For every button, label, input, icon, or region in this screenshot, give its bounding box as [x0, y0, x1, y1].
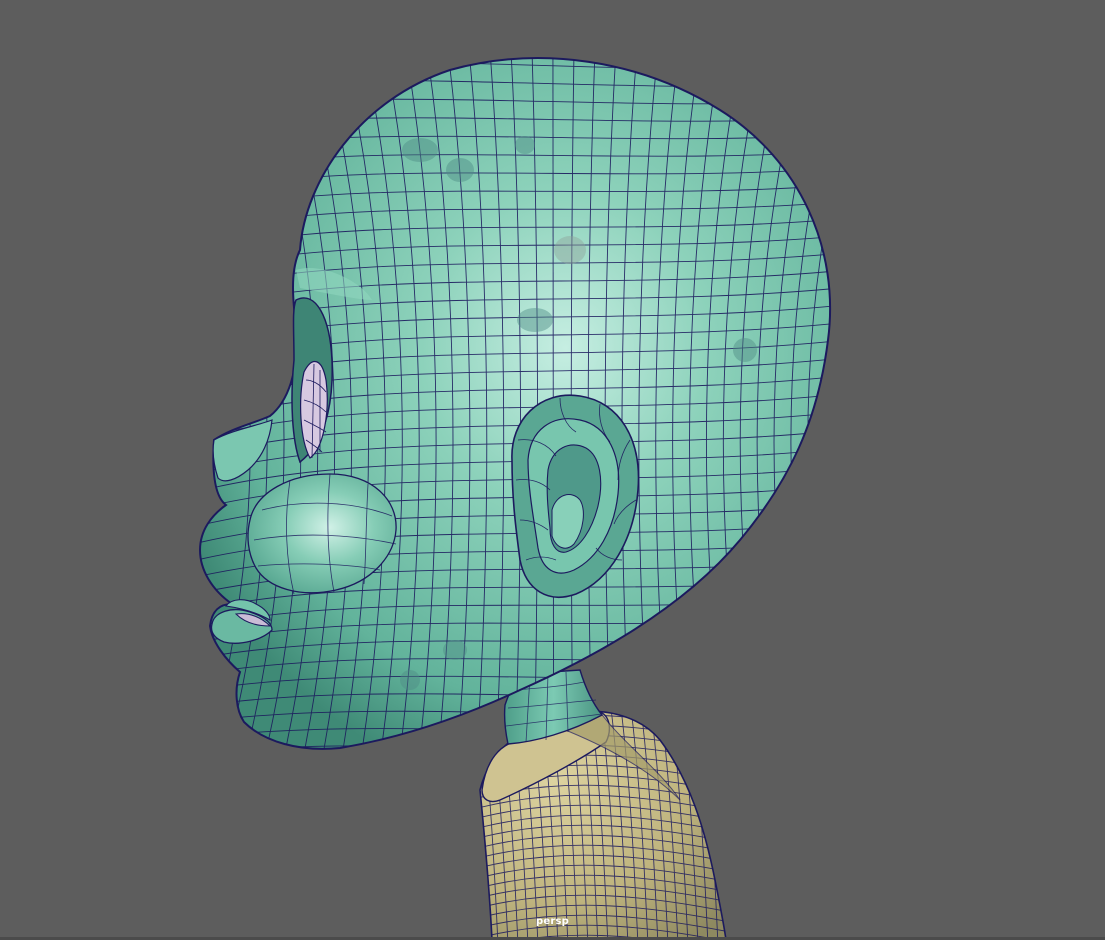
3d-viewport[interactable]: persp — [0, 0, 1105, 940]
viewport-scene[interactable] — [0, 0, 1105, 940]
head-mesh[interactable] — [171, 40, 872, 760]
camera-label: persp — [536, 916, 569, 927]
